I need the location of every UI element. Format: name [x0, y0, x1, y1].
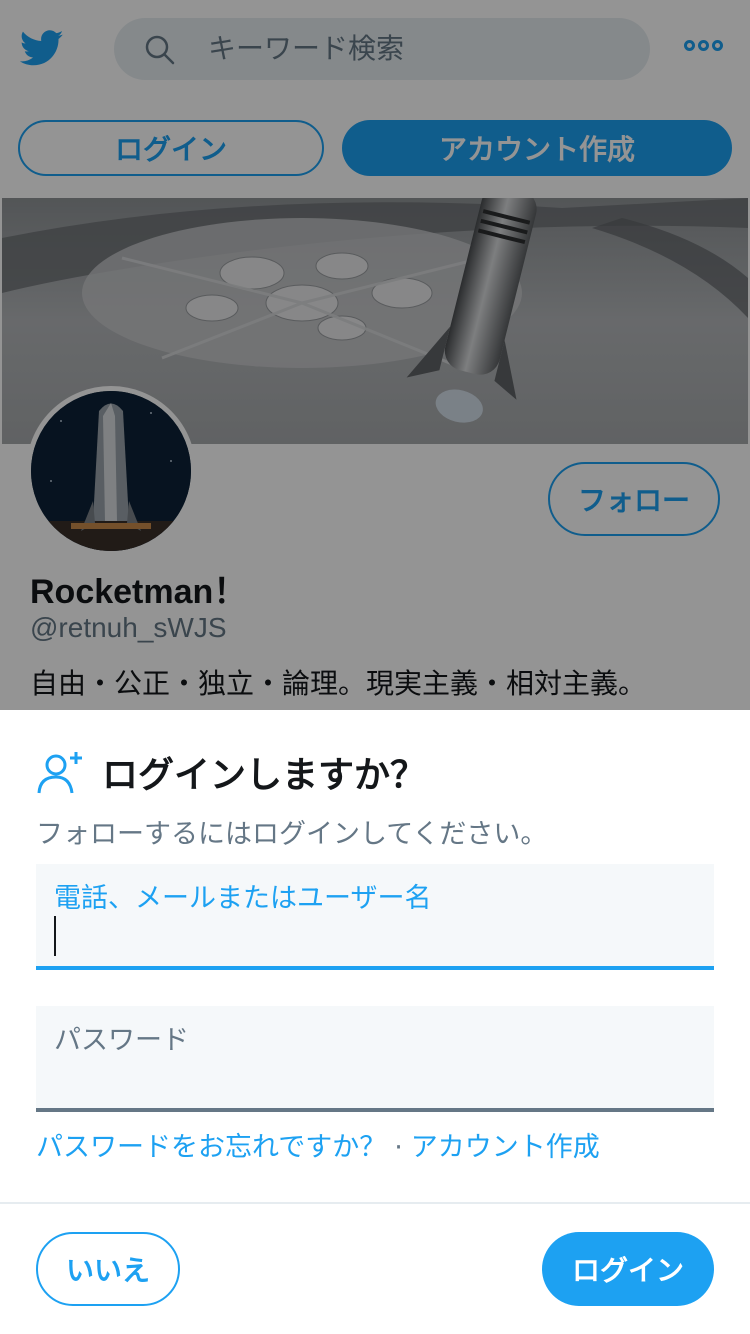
- login-button[interactable]: ログイン: [542, 1232, 714, 1306]
- login-prompt-header: ログインしますか？: [36, 746, 426, 798]
- password-field[interactable]: パスワード: [36, 1006, 714, 1112]
- username-label: 電話、メールまたはユーザー名: [54, 883, 432, 914]
- link-separator: ·: [394, 1132, 403, 1163]
- add-user-icon: [37, 752, 82, 794]
- no-button[interactable]: いいえ: [36, 1232, 180, 1306]
- login-prompt-title: ログインしますか？: [102, 755, 427, 796]
- login-prompt-subtitle: フォローするにはログインしてください。: [36, 819, 548, 850]
- username-input[interactable]: [54, 914, 694, 958]
- text-caret: [54, 916, 56, 956]
- username-field[interactable]: 電話、メールまたはユーザー名: [36, 864, 714, 970]
- dim-overlay[interactable]: [0, 0, 750, 710]
- password-input[interactable]: [54, 1056, 694, 1100]
- divider: [0, 1202, 750, 1204]
- login-prompt-sheet: ログインしますか？ フォローするにはログインしてください。 電話、メールまたはユ…: [0, 710, 750, 1334]
- forgot-password-link[interactable]: パスワードをお忘れですか？: [36, 1132, 386, 1163]
- login-links: パスワードをお忘れですか？ · アカウント作成: [36, 1130, 600, 1166]
- signup-link[interactable]: アカウント作成: [411, 1132, 600, 1163]
- password-label: パスワード: [54, 1025, 189, 1056]
